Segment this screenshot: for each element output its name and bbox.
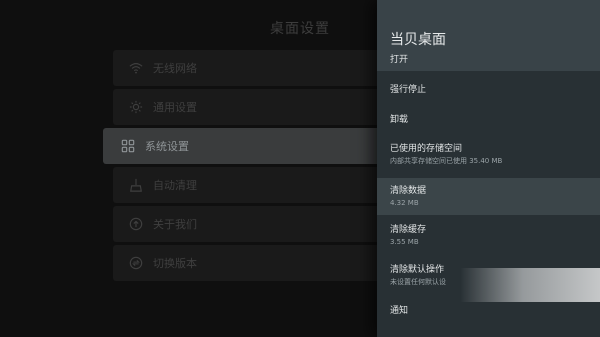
- uninstall-option[interactable]: 卸载: [377, 114, 600, 130]
- menu-item-about[interactable]: 关于我们: [113, 206, 413, 242]
- option-label: 已使用的存储空间: [390, 144, 463, 154]
- menu-item-label: 系统设置: [145, 140, 189, 153]
- option-label: 强行停止: [390, 85, 427, 95]
- menu-item-label: 关于我们: [153, 218, 197, 231]
- clear-cache-option[interactable]: 清除缓存 3.55 MB: [377, 224, 600, 254]
- force-stop-option[interactable]: 强行停止: [377, 84, 600, 100]
- watermark-fade: [460, 268, 600, 302]
- upload-circle-icon: [127, 215, 145, 233]
- option-label: 清除数据: [390, 186, 427, 196]
- option-label: 清除缓存: [390, 225, 427, 235]
- grid-icon: [119, 137, 137, 155]
- panel-title: 当贝桌面: [390, 32, 446, 48]
- open-option[interactable]: 打开: [377, 54, 600, 70]
- storage-used-option[interactable]: 已使用的存储空间 内部共享存储空间已使用 35.40 MB: [377, 143, 600, 173]
- wifi-icon: [127, 59, 145, 77]
- menu-item-general[interactable]: 通用设置: [113, 89, 413, 125]
- switch-circle-icon: [127, 254, 145, 272]
- option-sub: 3.55 MB: [390, 238, 419, 246]
- option-label: 打开: [390, 55, 409, 65]
- menu-item-system[interactable]: 系统设置: [103, 128, 413, 164]
- clear-data-option[interactable]: 清除数据 4.32 MB: [377, 178, 600, 215]
- menu-item-label: 自动清理: [153, 179, 197, 192]
- menu-item-switch-version[interactable]: 切换版本: [113, 245, 413, 281]
- menu-item-wireless[interactable]: 无线网络: [113, 50, 413, 86]
- gear-icon: [127, 98, 145, 116]
- option-sub: 内部共享存储空间已使用 35.40 MB: [390, 157, 503, 165]
- menu-item-auto-clean[interactable]: 自动清理: [113, 167, 413, 203]
- menu-item-label: 无线网络: [153, 62, 197, 75]
- broom-icon: [127, 176, 145, 194]
- menu-item-label: 切换版本: [153, 257, 197, 270]
- option-label: 通知: [390, 306, 409, 316]
- option-label: 卸载: [390, 115, 409, 125]
- menu-item-label: 通用设置: [153, 101, 197, 114]
- notifications-option[interactable]: 通知: [377, 305, 600, 321]
- background-page-title: 桌面设置: [270, 21, 330, 37]
- background-menu: 无线网络 通用设置 系统设置 自动清理 关于我们 切换版本: [103, 50, 413, 284]
- option-sub: 4.32 MB: [390, 199, 419, 207]
